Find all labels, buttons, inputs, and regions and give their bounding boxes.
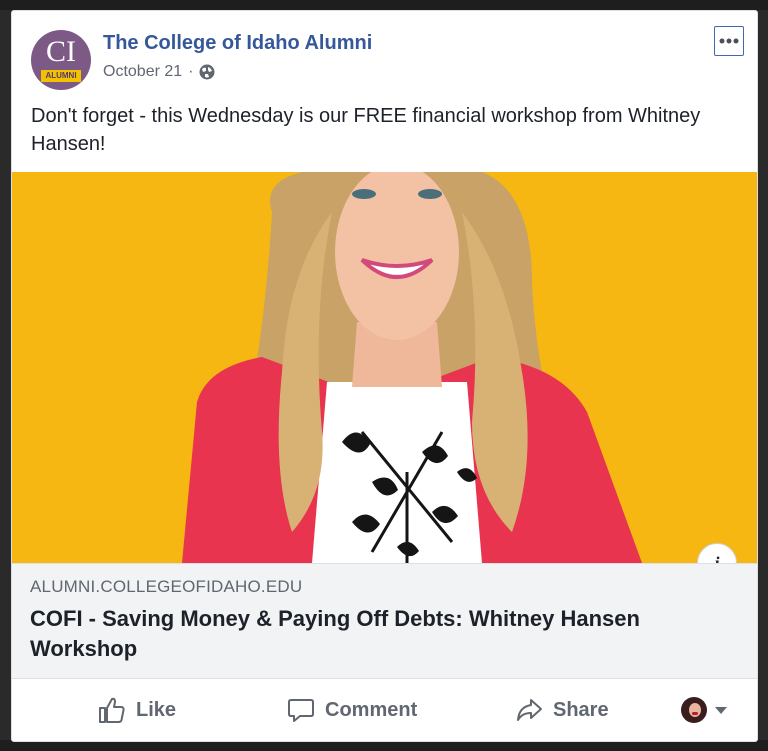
- background-top: [0, 0, 768, 10]
- like-button[interactable]: Like: [98, 693, 176, 727]
- post-message: Don't forget - this Wednesday is our FRE…: [31, 105, 701, 155]
- avatar-tag: ALUMNI: [41, 70, 81, 82]
- comment-icon: [288, 699, 314, 722]
- user-avatar: [681, 697, 707, 723]
- share-arrow-icon: [517, 699, 542, 721]
- avatar-monogram: CI: [46, 35, 76, 68]
- like-label: Like: [136, 698, 177, 721]
- meta-separator: ·: [188, 63, 194, 80]
- ellipsis-icon: [719, 38, 739, 44]
- woman-portrait-illustration: [12, 172, 757, 563]
- thumbs-up-icon: [99, 697, 125, 723]
- post-date[interactable]: October 21: [103, 63, 182, 81]
- comment-label: Comment: [325, 698, 418, 721]
- reaction-as-selector[interactable]: [681, 696, 727, 724]
- more-options-button[interactable]: [714, 26, 744, 56]
- link-domain: ALUMNI.COLLEGEOFIDAHO.EDU: [30, 577, 303, 596]
- comment-button[interactable]: Comment: [287, 693, 417, 727]
- share-button[interactable]: Share: [515, 693, 609, 727]
- caret-down-icon: [715, 706, 727, 714]
- post-meta: October 21 ·: [103, 63, 215, 81]
- action-bar: Like Comment Share: [12, 679, 757, 741]
- post-header: CI ALUMNI The College of Idaho Alumni Oc…: [12, 11, 757, 101]
- link-preview-image[interactable]: [12, 172, 757, 563]
- post-card: CI ALUMNI The College of Idaho Alumni Oc…: [11, 10, 758, 742]
- page-avatar[interactable]: CI ALUMNI: [31, 30, 91, 90]
- page-name-link[interactable]: The College of Idaho Alumni: [103, 32, 372, 55]
- share-label: Share: [553, 698, 609, 721]
- link-preview[interactable]: ALUMNI.COLLEGEOFIDAHO.EDU COFI - Saving …: [12, 563, 757, 679]
- link-title[interactable]: COFI - Saving Money & Paying Off Debts: …: [30, 604, 730, 664]
- globe-icon[interactable]: [199, 64, 215, 80]
